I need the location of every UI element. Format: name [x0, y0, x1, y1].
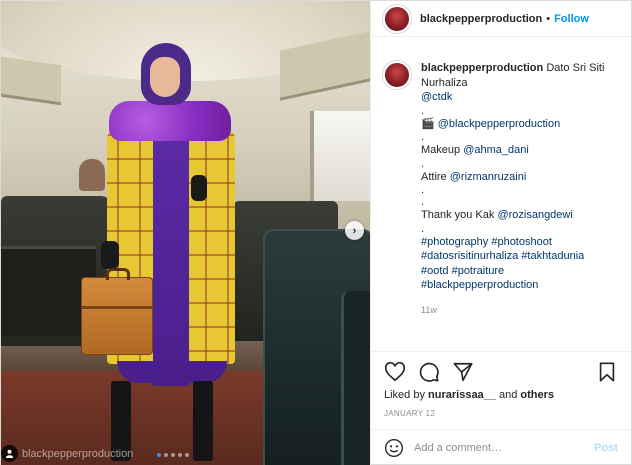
- train-window: [310, 111, 370, 201]
- attire-label: Attire: [421, 170, 450, 183]
- hashtag-links[interactable]: #blackpepperproduction: [421, 279, 538, 291]
- user-tag-icon[interactable]: [1, 445, 18, 462]
- liked-by-suffix: and: [495, 389, 521, 401]
- mention-link[interactable]: @rizmanruzaini: [450, 171, 527, 183]
- comment-input[interactable]: [414, 442, 595, 454]
- glove: [101, 241, 119, 269]
- emoji-icon[interactable]: [384, 438, 404, 458]
- bookmark-icon[interactable]: [596, 361, 618, 383]
- caption-time-ago[interactable]: 11w: [421, 305, 619, 317]
- caption-dot: .: [421, 184, 425, 197]
- caption: blackpepperproduction Dato Sri Siti Nurh…: [371, 37, 631, 317]
- mention-link[interactable]: @ctdk: [421, 91, 452, 103]
- caption-dot: .: [421, 104, 425, 117]
- post-photo[interactable]: › blackpepperproduction: [1, 1, 370, 465]
- mention-link[interactable]: @rozisangdewi: [497, 209, 572, 221]
- share-icon[interactable]: [452, 361, 474, 383]
- instagram-post: › blackpepperproduction blackpepperprodu…: [0, 0, 632, 465]
- chevron-right-icon: ›: [352, 224, 357, 237]
- hashtag-links[interactable]: #ootd #potraiture: [421, 265, 504, 277]
- suitcase-strap: [82, 306, 152, 309]
- photo-watermark: blackpepperproduction: [22, 447, 134, 460]
- caption-username[interactable]: blackpepperproduction: [421, 62, 543, 74]
- purple-skirt: [117, 361, 227, 383]
- liked-by: Liked by nurarissaa__ and others: [384, 389, 618, 401]
- post-actions: Liked by nurarissaa__ and others JANUARY…: [371, 351, 631, 418]
- face: [150, 57, 180, 97]
- vintage-suitcase: [81, 268, 153, 355]
- avatar[interactable]: [383, 4, 411, 33]
- caption-dot: .: [421, 196, 425, 209]
- carousel-dot: [164, 453, 168, 457]
- mention-link[interactable]: @ahma_dani: [463, 144, 529, 156]
- liked-by-user[interactable]: nurarissaa__: [428, 389, 496, 401]
- luggage-rack-left: [1, 56, 61, 106]
- carousel-dot: [171, 453, 175, 457]
- caption-dot: .: [421, 131, 425, 144]
- boot: [193, 381, 213, 461]
- clapperboard-icon: 🎬: [421, 117, 435, 130]
- glove: [191, 175, 207, 201]
- post-comment-button[interactable]: Post: [594, 442, 618, 454]
- comment-bar: Post: [371, 429, 631, 465]
- heart-icon[interactable]: [384, 361, 406, 383]
- caption-text: blackpepperproduction Dato Sri Siti Nurh…: [421, 61, 619, 317]
- tagged-users-area[interactable]: blackpepperproduction: [1, 445, 133, 462]
- carousel-dot: [157, 453, 161, 457]
- action-icons: [384, 361, 618, 383]
- suitcase-handle: [106, 268, 130, 280]
- liked-by-prefix: Liked by: [384, 389, 429, 401]
- comment-icon[interactable]: [418, 361, 440, 383]
- liked-by-others[interactable]: others: [520, 389, 554, 401]
- train-seat-right-edge: [341, 291, 370, 465]
- carousel-dot: [185, 453, 189, 457]
- avatar[interactable]: [383, 61, 411, 89]
- hashtag-links[interactable]: #datosrisitinurhaliza #takhtadunia: [421, 250, 584, 262]
- post-side-panel: blackpepperproduction • Follow blackpepp…: [370, 1, 631, 465]
- carousel-dot: [178, 453, 182, 457]
- follow-button[interactable]: Follow: [554, 13, 589, 25]
- header-username[interactable]: blackpepperproduction: [420, 13, 542, 25]
- next-photo-button[interactable]: ›: [345, 221, 364, 240]
- purple-fur-collar: [109, 101, 231, 141]
- post-date[interactable]: JANUARY 12: [384, 409, 618, 418]
- mention-link[interactable]: @blackpepperproduction: [438, 118, 560, 130]
- thanks-label: Thank you Kak: [421, 209, 498, 222]
- purple-dress: [153, 136, 189, 386]
- model-figure: [101, 41, 241, 465]
- makeup-label: Makeup: [421, 144, 464, 157]
- post-header: blackpepperproduction • Follow: [371, 1, 631, 37]
- hashtag-links[interactable]: #photography #photoshoot: [421, 236, 552, 248]
- carousel-indicator: [157, 453, 189, 457]
- separator-dot: •: [546, 12, 551, 25]
- caption-dot: .: [421, 157, 425, 170]
- caption-dot: .: [421, 222, 425, 235]
